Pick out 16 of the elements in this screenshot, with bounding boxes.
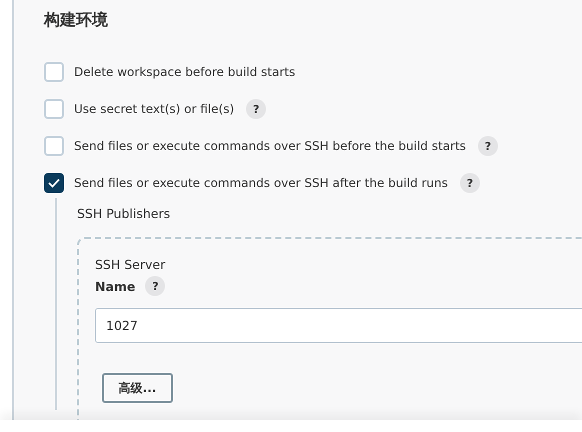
- name-input-field[interactable]: 1027: [95, 308, 582, 343]
- checkbox[interactable]: [44, 173, 64, 193]
- field-label: Name: [95, 278, 136, 294]
- option-label: Send files or execute commands over SSH before the build starts: [74, 139, 466, 153]
- server-label: SSH Server: [95, 257, 166, 272]
- section-subtitle: SSH Publishers: [77, 206, 172, 221]
- option-label: Use secret text(s) or file(s): [74, 102, 234, 116]
- help-button[interactable]: ?: [145, 276, 166, 296]
- check-icon: [48, 178, 60, 188]
- option-label: Send files or execute commands over SSH after the build runs: [74, 176, 448, 190]
- help-button[interactable]: ?: [478, 136, 498, 156]
- help-button[interactable]: ?: [460, 173, 480, 193]
- section-title: 构建环境: [44, 9, 109, 31]
- help-button[interactable]: ?: [246, 99, 266, 119]
- advanced-button[interactable]: 高级...: [102, 373, 173, 403]
- option-label: Delete workspace before build starts: [74, 65, 296, 79]
